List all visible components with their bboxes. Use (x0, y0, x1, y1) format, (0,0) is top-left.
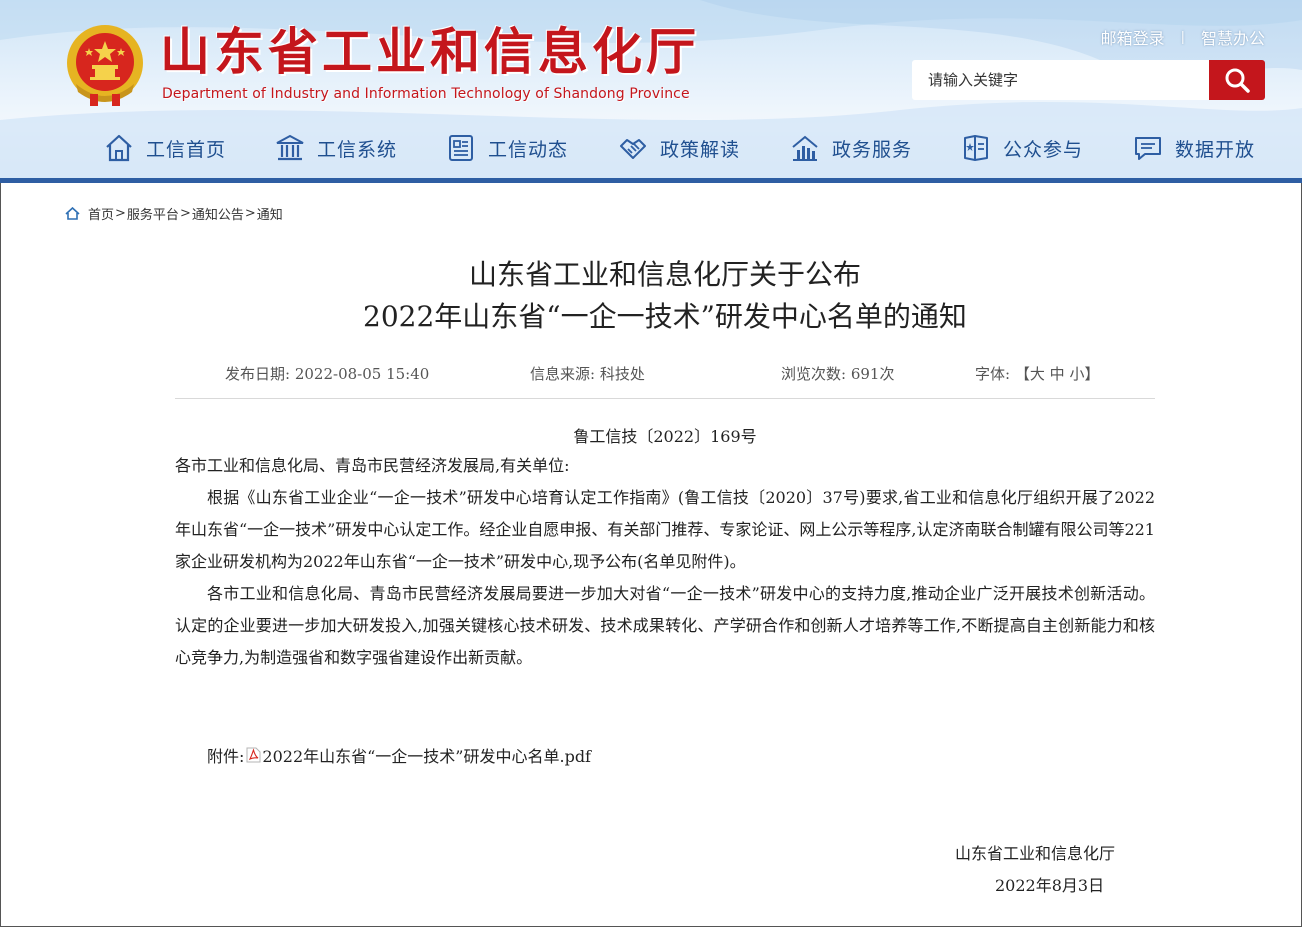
nav-item-government-service[interactable]: 政务服务 (790, 128, 912, 168)
search-icon (1225, 68, 1250, 93)
breadcrumb-service-platform[interactable]: 服务平台 (127, 204, 179, 223)
attachment-pdf-link[interactable]: 2022年山东省“一企一技术”研发中心名单.pdf (262, 743, 591, 767)
article-title-line1: 山东省工业和信息化厅关于公布 (468, 258, 861, 291)
breadcrumb-home[interactable]: 首页 (88, 204, 114, 223)
publish-date-label: 发布日期: (225, 365, 291, 383)
nav-item-label: 公众参与 (1003, 138, 1084, 161)
issue-date: 2022年8月3日 (995, 876, 1105, 895)
meta-divider (175, 398, 1155, 399)
nav-item-open-data[interactable]: 数据开放 (1133, 128, 1255, 168)
breadcrumb-notice[interactable]: 通知 (257, 204, 283, 223)
nav-item-system[interactable]: 工信系统 (275, 128, 397, 168)
font-size-label: 字体: (975, 365, 1011, 383)
header-divider-bar (0, 178, 1302, 183)
link-separator: | (1180, 29, 1185, 45)
issuer-signature: 山东省工业和信息化厅 (955, 844, 1116, 863)
document-number: 鲁工信技〔2022〕169号 (573, 427, 757, 446)
search-box (912, 60, 1265, 100)
breadcrumb-separator: > (115, 206, 126, 221)
view-count-label: 浏览次数: (781, 365, 847, 383)
article-title-line2: 2022年山东省“一企一技术”研发中心名单的通知 (363, 300, 967, 333)
nav-item-home[interactable]: 工信首页 (104, 128, 226, 168)
booklet-icon (964, 135, 988, 161)
breadcrumb-separator: > (179, 206, 191, 221)
house-icon (106, 134, 132, 162)
view-count-value: 691次 (850, 365, 895, 383)
nav-item-label: 政策解读 (660, 138, 741, 161)
smart-office-link[interactable]: 智慧办公 (1201, 25, 1265, 49)
nav-item-news[interactable]: 工信动态 (446, 128, 568, 168)
attachment-label: 附件: (207, 747, 245, 766)
top-links: 邮箱登录 | 智慧办公 (1101, 25, 1265, 49)
nav-item-policy[interactable]: 政策解读 (618, 128, 740, 168)
mail-login-link[interactable]: 邮箱登录 (1101, 25, 1165, 49)
view-count: 浏览次数: 691次 (781, 363, 894, 384)
nav-item-label: 工信首页 (146, 138, 227, 161)
national-emblem-icon (67, 25, 143, 106)
main-nav: 工信首页 工信系统 工信动态 政策解读 政务服务 公众参与 数据开放 (0, 128, 1302, 168)
chat-icon (1135, 137, 1161, 160)
publish-date: 发布日期: 2022-08-05 15:40 (225, 363, 429, 384)
nav-item-label: 工信动态 (488, 138, 569, 161)
site-subtitle: Department of Industry and Information T… (162, 86, 690, 102)
font-small-button[interactable]: 小 (1069, 365, 1084, 383)
breadcrumb-separator: > (244, 206, 256, 221)
chart-building-icon (792, 135, 818, 161)
publish-date-value: 2022-08-05 15:40 (294, 365, 430, 383)
font-medium-button[interactable]: 中 (1050, 365, 1065, 383)
bracket-close: 】 (1084, 365, 1100, 383)
nav-item-label: 数据开放 (1175, 138, 1256, 161)
body-paragraph-2: 各市工业和信息化局、青岛市民营经济发展局要进一步加大对省“一企一技术”研发中心的… (175, 584, 1155, 667)
info-source-label: 信息来源: (530, 365, 596, 383)
pdf-file-icon (246, 747, 261, 763)
site-title: 山东省工业和信息化厅 (160, 22, 700, 81)
info-source-value: 科技处 (599, 365, 645, 383)
info-source: 信息来源: 科技处 (530, 363, 645, 384)
body-paragraph-1: 根据《山东省工业企业“一企一技术”研发中心培育认定工作指南》(鲁工信技〔2020… (175, 488, 1155, 571)
site-header: 山东省工业和信息化厅 Department of Industry and In… (0, 0, 1302, 178)
newspaper-icon (449, 135, 473, 161)
breadcrumb: 首页 > 服务平台 > 通知公告 > 通知 (65, 204, 283, 223)
breadcrumb-announcements[interactable]: 通知公告 (192, 204, 244, 223)
building-icon (276, 134, 304, 161)
search-input[interactable] (912, 60, 1209, 100)
bracket-open: 【 (1014, 365, 1030, 383)
handshake-icon (620, 139, 646, 159)
font-size-control: 字体: 【大 中 小】 (975, 363, 1099, 384)
nav-item-public-participation[interactable]: 公众参与 (961, 128, 1083, 168)
search-button[interactable] (1209, 60, 1265, 100)
attachment: 附件: 2022年山东省“一企一技术”研发中心名单.pdf (207, 743, 591, 767)
font-large-button[interactable]: 大 (1030, 365, 1045, 383)
nav-item-label: 工信系统 (317, 138, 398, 161)
addressee: 各市工业和信息化局、青岛市民营经济发展局,有关单位: (175, 456, 570, 475)
home-icon (65, 207, 80, 220)
nav-item-label: 政务服务 (832, 138, 913, 161)
